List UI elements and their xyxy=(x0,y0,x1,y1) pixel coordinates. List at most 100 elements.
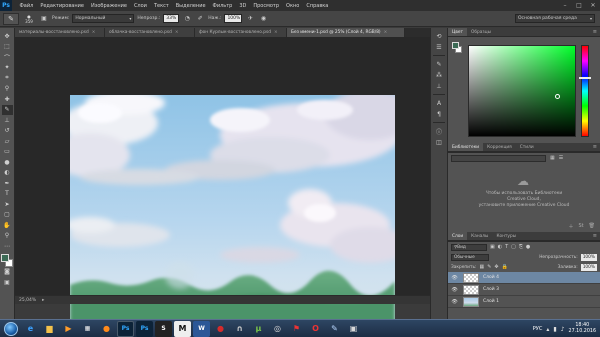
hue-slider[interactable] xyxy=(581,45,589,137)
quick-mask-icon[interactable]: ◙ xyxy=(2,267,13,278)
menu-window[interactable]: Окно xyxy=(283,3,303,9)
close-icon[interactable]: × xyxy=(92,30,96,35)
lock-position-icon[interactable]: ✥ xyxy=(494,264,498,270)
tab-layers[interactable]: Слои xyxy=(448,232,468,240)
panel-menu-icon[interactable]: ≡ xyxy=(593,233,597,239)
healing-brush-tool-icon[interactable]: ✚ xyxy=(2,94,13,105)
firefox-icon[interactable]: ● xyxy=(98,321,115,337)
blend-mode-select[interactable]: Обычные xyxy=(451,253,489,261)
ladybug-icon[interactable]: ● xyxy=(212,321,229,337)
lock-all-icon[interactable]: 🔒 xyxy=(502,264,508,270)
maximize-button[interactable]: □ xyxy=(572,0,586,11)
word-icon[interactable]: W xyxy=(193,320,210,337)
saturation-value-field[interactable] xyxy=(468,45,576,137)
filter-pixel-icon[interactable]: ▣ xyxy=(490,244,495,250)
library-select[interactable] xyxy=(451,154,546,162)
close-button[interactable]: ✕ xyxy=(586,0,600,11)
foreground-color-swatch[interactable] xyxy=(452,42,459,49)
start-button[interactable] xyxy=(1,321,21,337)
volume-icon[interactable]: ♪ xyxy=(561,326,565,333)
steam-icon[interactable]: ◎ xyxy=(269,321,286,337)
menu-help[interactable]: Справка xyxy=(303,3,332,9)
tab-color[interactable]: Цвет xyxy=(448,28,468,36)
foreground-color-swatch[interactable] xyxy=(1,253,9,262)
gradient-tool-icon[interactable]: ▭ xyxy=(2,147,13,158)
clock[interactable]: 18:40 27.10.2016 xyxy=(569,323,596,335)
tab-fon-kurlyk[interactable]: фон Курлык-восстановлено.psd × xyxy=(195,28,287,37)
marquee-tool-icon[interactable]: ⬚ xyxy=(2,42,13,53)
zoom-tool-icon[interactable]: ⚲ xyxy=(2,231,13,242)
filter-shape-icon[interactable]: ▢ xyxy=(511,244,516,250)
tab-oblachka[interactable]: облачка-восстановлено.psd × xyxy=(105,28,195,37)
ie-icon[interactable]: e xyxy=(22,321,39,337)
brush-panel-icon[interactable]: ▣ xyxy=(39,14,49,24)
paragraph-panel-icon[interactable]: ¶ xyxy=(433,109,445,119)
shape-tool-icon[interactable]: ▢ xyxy=(2,210,13,221)
menu-file[interactable]: Файл xyxy=(16,3,37,9)
tab-materialy[interactable]: материалы-восстановлено.psd × xyxy=(15,28,105,37)
opacity-input[interactable]: 33% xyxy=(163,14,180,23)
filter-type-icon[interactable]: T xyxy=(505,244,508,250)
crop-tool-icon[interactable]: ⌗ xyxy=(2,73,13,84)
menu-view[interactable]: Просмотр xyxy=(250,3,283,9)
workspace-select[interactable]: Основная рабочая среда ▾ xyxy=(515,14,595,23)
tool-preset-picker[interactable]: ✎ xyxy=(3,12,19,25)
tab-swatches[interactable]: Образцы xyxy=(467,28,495,36)
color-panel-swatches[interactable] xyxy=(452,42,462,54)
layer-opacity-input[interactable]: 100% xyxy=(580,253,597,261)
eyedropper-tool-icon[interactable]: ⚲ xyxy=(2,84,13,95)
headphones-icon[interactable]: ∩ xyxy=(231,321,248,337)
filter-adjustment-icon[interactable]: ◐ xyxy=(498,244,502,250)
brush-presets-icon[interactable]: ⁂ xyxy=(433,70,445,80)
layer-row-1[interactable]: 👁 Слой 1 xyxy=(448,296,600,308)
visibility-eye-icon[interactable]: 👁 xyxy=(450,287,459,293)
brush-preset-picker[interactable]: ● 359 xyxy=(22,13,36,25)
stock-icon[interactable]: St xyxy=(579,223,584,229)
hue-slider-handle[interactable] xyxy=(579,77,591,79)
pen-pressure-icon[interactable]: ✐ xyxy=(195,14,205,24)
mode-select[interactable]: Нормальный ▾ xyxy=(72,14,135,23)
utorrent-icon[interactable]: µ xyxy=(250,321,267,337)
size-pressure-icon[interactable]: ◉ xyxy=(258,14,268,24)
canvas-artwork[interactable] xyxy=(70,95,395,327)
tab-adjustments[interactable]: Коррекция xyxy=(483,143,516,151)
language-indicator[interactable]: РУС xyxy=(533,326,543,332)
layer-row-4[interactable]: 👁 Слой 4 xyxy=(448,272,600,284)
more-tools-icon[interactable]: ⋯ xyxy=(2,241,13,252)
folder-icon[interactable]: ▆ xyxy=(41,321,58,337)
menu-filter[interactable]: Фильтр xyxy=(209,3,236,9)
tab-paths[interactable]: Контуры xyxy=(492,232,520,240)
tab-channels[interactable]: Каналы xyxy=(467,232,492,240)
menu-3d[interactable]: 3D xyxy=(236,3,250,9)
ms-office-icon[interactable]: ▦ xyxy=(79,321,96,337)
menu-edit[interactable]: Редактирование xyxy=(37,3,88,9)
panel-menu-icon[interactable]: ≡ xyxy=(593,29,597,35)
eraser-tool-icon[interactable]: ▱ xyxy=(2,136,13,147)
menu-select[interactable]: Выделение xyxy=(172,3,209,9)
lock-image-icon[interactable]: ✎ xyxy=(487,264,491,270)
paint-icon[interactable]: ✎ xyxy=(326,321,343,337)
close-icon[interactable]: × xyxy=(175,30,179,35)
close-icon[interactable]: × xyxy=(384,30,388,35)
status-arrow-icon[interactable]: ▸ xyxy=(42,298,44,303)
network-icon[interactable]: ▮ xyxy=(553,326,556,333)
layer-filter-select[interactable]: ⚲ Вид xyxy=(451,243,487,251)
airbrush-icon[interactable]: ✈ xyxy=(245,14,255,24)
minimize-button[interactable]: – xyxy=(558,0,572,11)
pen-tool-icon[interactable]: ✒ xyxy=(2,178,13,189)
filter-toggle-icon[interactable]: ● xyxy=(526,244,530,250)
grid-view-icon[interactable]: ▦ xyxy=(550,155,555,161)
panel-menu-icon[interactable]: ≡ xyxy=(593,144,597,150)
lasso-tool-icon[interactable]: ⌒ xyxy=(2,52,13,63)
clone-stamp-tool-icon[interactable]: ⊥ xyxy=(2,115,13,126)
color-picker-handle[interactable] xyxy=(555,94,560,99)
visibility-eye-icon[interactable]: 👁 xyxy=(450,299,459,305)
canvas-area[interactable] xyxy=(15,37,430,327)
brush-tool-icon[interactable]: ✎ xyxy=(1,104,13,115)
menu-type[interactable]: Текст xyxy=(150,3,172,9)
video-icon[interactable]: ▣ xyxy=(345,321,362,337)
tab-bez-imeni[interactable]: Без имени-1.psd @ 25% (Слой 4, RGB/8) × xyxy=(287,28,405,37)
layer-row-3[interactable]: 👁 Слой 3 xyxy=(448,284,600,296)
move-tool-icon[interactable]: ✥ xyxy=(2,31,13,42)
photoshop-icon[interactable]: Ps xyxy=(136,320,153,337)
